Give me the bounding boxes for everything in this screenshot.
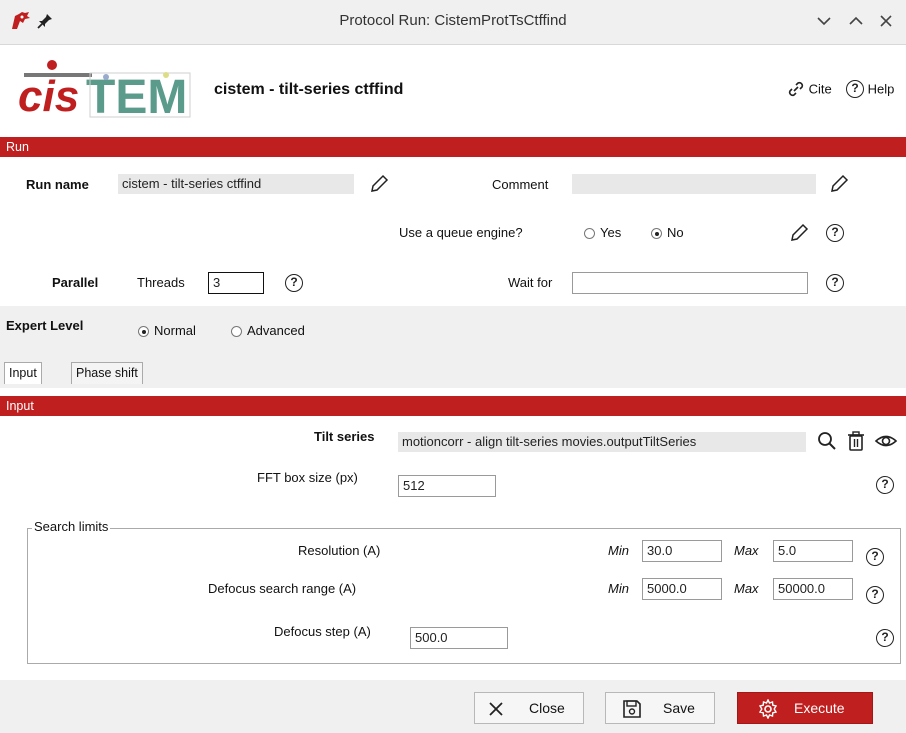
- fft-box-input[interactable]: 512: [398, 475, 496, 497]
- tilt-series-field[interactable]: motioncorr - align tilt-series movies.ou…: [398, 432, 806, 452]
- run-name-label: Run name: [26, 177, 89, 192]
- edit-queue-pencil-icon[interactable]: [788, 222, 810, 244]
- resolution-max-label: Max: [734, 543, 759, 558]
- protocol-title: cistem - tilt-series ctffind: [214, 81, 404, 98]
- cistem-logo: cis TEM: [16, 55, 196, 124]
- wait-for-input[interactable]: [572, 272, 808, 294]
- svg-text:TEM: TEM: [86, 71, 187, 123]
- wait-for-label: Wait for: [508, 275, 553, 290]
- defocus-step-help-icon[interactable]: ?: [876, 629, 894, 647]
- threads-input[interactable]: 3: [208, 272, 264, 294]
- search-limits-legend: Search limits: [32, 519, 111, 534]
- tilt-series-label: Tilt series: [314, 429, 375, 444]
- edit-comment-pencil-icon[interactable]: [828, 173, 850, 195]
- expert-normal-radio[interactable]: Normal: [138, 323, 196, 338]
- save-disk-icon: [623, 700, 641, 718]
- wait-for-help-icon[interactable]: ?: [826, 274, 844, 292]
- queue-yes-label: Yes: [600, 225, 622, 240]
- protocol-header: cis TEM cistem - tilt-series ctffind Cit…: [0, 45, 906, 135]
- queue-yes-radio[interactable]: Yes: [584, 225, 621, 240]
- defocus-max-input[interactable]: 50000.0: [773, 578, 853, 600]
- edit-run-name-pencil-icon[interactable]: [368, 173, 390, 195]
- input-section-bar: Input: [0, 396, 906, 416]
- minimize-chevron-down-icon[interactable]: [816, 14, 832, 28]
- threads-help-icon[interactable]: ?: [285, 274, 303, 292]
- svg-text:cis: cis: [18, 72, 79, 121]
- run-section-bar: Run: [0, 137, 906, 157]
- close-button[interactable]: Close: [474, 692, 584, 724]
- close-label: Close: [529, 700, 565, 716]
- search-icon[interactable]: [816, 430, 838, 452]
- defocus-min-label: Min: [608, 581, 629, 596]
- help-icon: ?: [846, 80, 864, 98]
- defocus-step-label: Defocus step (A): [274, 624, 371, 639]
- expert-normal-label: Normal: [154, 323, 196, 338]
- defocus-step-input[interactable]: 500.0: [410, 627, 508, 649]
- close-x-icon: [489, 702, 503, 716]
- defocus-range-label: Defocus search range (A): [208, 581, 357, 596]
- threads-label: Threads: [137, 275, 185, 290]
- help-label: Help: [867, 81, 895, 97]
- execute-label: Execute: [794, 700, 845, 716]
- gear-icon: [758, 699, 778, 719]
- tab-input[interactable]: Input: [4, 362, 42, 384]
- queue-no-label: No: [667, 225, 684, 240]
- link-icon: [788, 81, 804, 97]
- resolution-min-label: Min: [608, 543, 629, 558]
- run-name-field[interactable]: cistem - tilt-series ctffind: [118, 174, 354, 194]
- expert-level-label: Expert Level: [6, 318, 84, 333]
- resolution-min-input[interactable]: 30.0: [642, 540, 722, 562]
- parallel-label: Parallel: [52, 275, 99, 290]
- fft-help-icon[interactable]: ?: [876, 476, 894, 494]
- queue-help-icon[interactable]: ?: [826, 224, 844, 242]
- radio-selected-icon: [138, 326, 149, 338]
- queue-no-radio[interactable]: No: [651, 225, 684, 240]
- expert-advanced-radio[interactable]: Advanced: [231, 323, 305, 338]
- comment-label: Comment: [492, 177, 549, 192]
- radio-icon: [584, 228, 595, 240]
- radio-selected-icon: [651, 228, 662, 240]
- execute-button[interactable]: Execute: [737, 692, 873, 724]
- save-button[interactable]: Save: [605, 692, 715, 724]
- resolution-label: Resolution (A): [298, 543, 381, 558]
- defocus-max-label: Max: [734, 581, 759, 596]
- help-button[interactable]: ? Help: [846, 80, 894, 98]
- close-window-icon[interactable]: [878, 14, 894, 28]
- cite-label: Cite: [808, 81, 832, 97]
- resolution-max-input[interactable]: 5.0: [773, 540, 853, 562]
- eye-icon[interactable]: [874, 431, 898, 451]
- tab-phase-shift[interactable]: Phase shift: [71, 362, 143, 384]
- window-titlebar: Protocol Run: CistemProtTsCtffind: [0, 0, 906, 45]
- queue-engine-label: Use a queue engine?: [399, 225, 523, 240]
- expert-advanced-label: Advanced: [247, 323, 305, 338]
- comment-field[interactable]: [572, 174, 816, 194]
- maximize-chevron-up-icon[interactable]: [848, 14, 864, 28]
- trash-icon[interactable]: [846, 430, 866, 452]
- defocus-range-help-icon[interactable]: ?: [866, 586, 884, 604]
- defocus-min-input[interactable]: 5000.0: [642, 578, 722, 600]
- save-label: Save: [663, 700, 695, 716]
- resolution-help-icon[interactable]: ?: [866, 548, 884, 566]
- window-title: Protocol Run: CistemProtTsCtffind: [339, 12, 567, 29]
- radio-icon: [231, 326, 242, 338]
- cite-button[interactable]: Cite: [787, 80, 832, 98]
- fft-box-label: FFT box size (px): [257, 470, 358, 485]
